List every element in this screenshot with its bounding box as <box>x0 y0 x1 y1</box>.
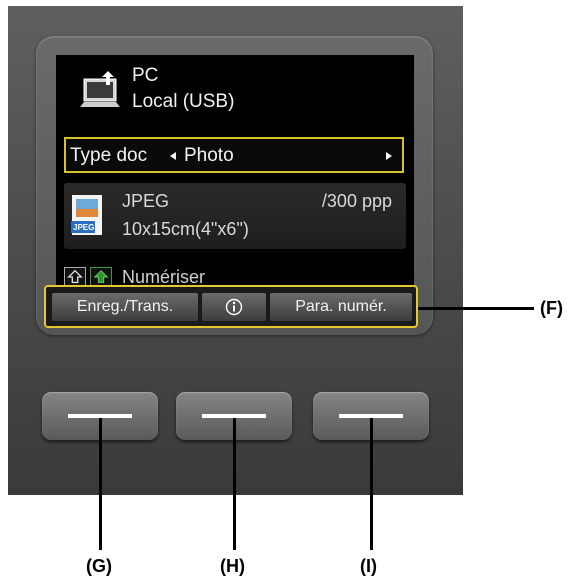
doc-type-value: Photo <box>184 145 234 166</box>
callout-line-h <box>233 418 236 550</box>
destination-title: PC <box>132 65 159 86</box>
arrow-left-icon[interactable] <box>170 152 176 160</box>
callout-line-g <box>99 418 102 550</box>
lcd-screen: PC Local (USB) Type doc Photo JPEG JPEG … <box>56 55 414 310</box>
callout-line-f <box>418 307 534 310</box>
function-button-bar: Enreg./Trans. Para. numér. <box>44 285 418 328</box>
destination-subtitle: Local (USB) <box>132 91 235 112</box>
color-scan-icon <box>64 267 86 287</box>
arrow-right-icon[interactable] <box>386 152 392 160</box>
format-type: JPEG <box>122 191 170 211</box>
format-settings[interactable]: JPEG JPEG /300 ppp 10x15cm(4"x6") <box>64 183 406 249</box>
save-transfer-button[interactable]: Enreg./Trans. <box>52 293 198 321</box>
scan-settings-button[interactable]: Para. numér. <box>270 293 412 321</box>
callout-label-h: (H) <box>220 556 245 576</box>
info-icon <box>225 298 243 315</box>
jpeg-file-icon: JPEG <box>71 195 102 235</box>
doc-type-label: Type doc <box>70 145 148 166</box>
format-resolution: /300 ppp <box>321 191 392 211</box>
callout-label-i: (I) <box>360 556 377 576</box>
format-size: 10x15cm(4"x6") <box>122 219 249 239</box>
info-button[interactable] <box>202 293 266 321</box>
callout-line-i <box>370 418 373 550</box>
start-scan-icon <box>90 267 112 287</box>
callout-label-f: (F) <box>540 298 563 318</box>
doc-type-selector[interactable]: Type doc Photo <box>64 137 404 173</box>
callout-label-g: (G) <box>86 556 112 576</box>
computer-upload-icon <box>80 71 120 107</box>
svg-text:JPEG: JPEG <box>73 223 94 232</box>
